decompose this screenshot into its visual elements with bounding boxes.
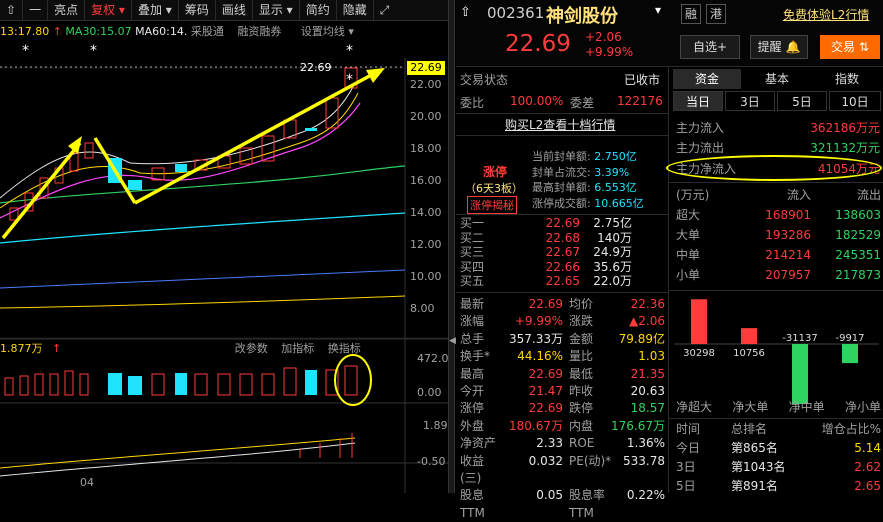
tab-5day[interactable]: 5日 bbox=[777, 91, 827, 111]
back-arrow-icon[interactable]: ⇧ bbox=[460, 5, 471, 20]
svg-text:*: * bbox=[346, 43, 353, 59]
net-flow-bar bbox=[741, 328, 757, 344]
dash-price-label: 22.69 bbox=[300, 61, 332, 74]
toolbar-chips[interactable]: 筹码 bbox=[179, 0, 216, 21]
tab-today[interactable]: 当日 bbox=[673, 91, 723, 111]
order-diff-label: 委差 bbox=[570, 96, 595, 110]
tag-margin[interactable]: 融资融券 bbox=[237, 25, 281, 38]
net-flow-bar bbox=[691, 299, 707, 344]
limit-up-reveal-button[interactable]: 涨停揭秘 bbox=[467, 196, 517, 214]
set-ma-button[interactable]: 设置均线 ▾ bbox=[301, 25, 354, 38]
trade-status-label: 交易状态 bbox=[460, 73, 509, 87]
stock-change-pct: +9.99% bbox=[585, 45, 634, 59]
toolbar-display[interactable]: 显示 ▾ bbox=[253, 0, 300, 21]
arrow-up-icon: ↑ bbox=[52, 25, 62, 38]
minus-icon[interactable]: 一 bbox=[23, 0, 49, 21]
volume-bars bbox=[4, 365, 358, 396]
svg-text:*: * bbox=[346, 72, 353, 88]
limit-up-count: （6天3板） bbox=[465, 182, 523, 195]
trend-arrows bbox=[1, 71, 376, 240]
net-flow-value: -31137 bbox=[782, 333, 817, 344]
vol-y-min: 0.00 bbox=[417, 386, 442, 399]
quote-table: 最新 22.69 均价 22.36 涨幅 +9.99% 涨跌 ▲2.06 总手 357.33万… bbox=[460, 297, 665, 520]
kline-chart: * * * * bbox=[0, 43, 448, 493]
volume-legend: 1.877万 ↑ 改参数 加指标 换指标 bbox=[0, 342, 361, 355]
buy-l2-link[interactable]: 购买L2查看十档行情 bbox=[505, 116, 615, 133]
tab-10day[interactable]: 10日 bbox=[829, 91, 881, 111]
tag-caigutong[interactable]: 采股通 bbox=[191, 25, 224, 38]
order-ratio-label: 委比 bbox=[460, 96, 485, 110]
flow-table: (万元) 流入 流出 超大 168901 138603 大单 193286 182529 中… bbox=[676, 188, 881, 282]
net-flow-value: 30298 bbox=[683, 348, 715, 359]
svg-text:*: * bbox=[90, 43, 97, 59]
order-diff-value: 122176 bbox=[617, 94, 663, 108]
toolbar-draw[interactable]: 画线 bbox=[216, 0, 253, 21]
ma60-label: MA60:14. bbox=[135, 25, 188, 38]
bar-labels: 净超大 净大单 净中单 净小单 bbox=[676, 400, 881, 414]
highlight-ellipse bbox=[666, 155, 882, 181]
vol-switch-indicator[interactable]: 换指标 bbox=[328, 342, 361, 355]
collapse-icon[interactable]: ◀ bbox=[449, 336, 456, 346]
toolbar-highlight[interactable]: 亮点 bbox=[48, 0, 86, 21]
order-book: 买一 22.69 2.75亿 买二 22.68 140万 买三 22.67 24.9万 买四… bbox=[460, 216, 632, 288]
expand-icon[interactable]: ⤢ bbox=[374, 0, 396, 21]
toolbar-fuquan[interactable]: 复权 ▾ bbox=[85, 0, 132, 21]
trade-button[interactable]: 交易 ⇅ bbox=[820, 35, 880, 59]
margin-badge[interactable]: 融 bbox=[681, 4, 701, 24]
stock-name: 神剑股份 bbox=[546, 6, 618, 27]
hk-badge[interactable]: 港 bbox=[706, 4, 726, 24]
toolbar-hide[interactable]: 隐藏 bbox=[337, 0, 374, 21]
free-l2-link[interactable]: 免费体验L2行情 bbox=[783, 6, 869, 23]
tab-basic[interactable]: 基本 bbox=[743, 69, 811, 89]
rank-table: 时间 总排名 增仓占比% 今日 第865名 5.14 3日 第1043名 2.62 5日 第8… bbox=[676, 422, 881, 493]
main-outflow-value: 321132万元 bbox=[810, 141, 880, 155]
dropdown-icon[interactable]: ▾ bbox=[655, 3, 661, 17]
net-flow-bar bbox=[842, 344, 858, 364]
ma30-label: MA30:15.07 bbox=[65, 25, 132, 38]
current-price-tag: 22.69 bbox=[407, 61, 445, 75]
limit-stats: 当前封单额: 2.750亿 封单占流交: 3.39% 最高封单额: 6.553亿… bbox=[532, 150, 644, 210]
net-flow-value: 10756 bbox=[733, 348, 765, 359]
main-inflow-value: 362186万元 bbox=[810, 121, 880, 135]
net-flow-value: -9917 bbox=[835, 333, 864, 344]
vol-param-button[interactable]: 改参数 bbox=[235, 342, 268, 355]
add-watchlist-button[interactable]: 自选+ bbox=[680, 35, 740, 59]
back-icon[interactable]: ⇧ bbox=[0, 0, 24, 21]
ind-y-max: 1.89 bbox=[423, 419, 448, 432]
svg-text:*: * bbox=[22, 43, 29, 59]
x-axis-label: 04 bbox=[80, 476, 94, 489]
vol-add-indicator[interactable]: 加指标 bbox=[281, 342, 314, 355]
order-ratio-value: 100.00% bbox=[510, 94, 564, 108]
chart-toolbar: ⇧ 一 亮点 复权 ▾ 叠加 ▾ 筹码 画线 显示 ▾ 简约 隐藏 ⤢ bbox=[0, 0, 448, 21]
ind-y-min: -0.50 bbox=[417, 455, 446, 468]
tab-funds[interactable]: 资金 bbox=[673, 69, 741, 89]
tab-3day[interactable]: 3日 bbox=[725, 91, 775, 111]
main-outflow-label: 主力流出 bbox=[676, 141, 725, 155]
toolbar-overlay[interactable]: 叠加 ▾ bbox=[132, 0, 179, 21]
panel-splitter[interactable] bbox=[448, 0, 455, 493]
y-axis: 22.00 20.00 18.00 16.00 14.00 12.00 10.0… bbox=[410, 78, 442, 315]
stock-change: +2.06 bbox=[585, 30, 622, 44]
stock-code: 002361 bbox=[487, 4, 545, 22]
limit-up-title: 涨停 bbox=[482, 165, 507, 179]
main-inflow-label: 主力流入 bbox=[676, 121, 725, 135]
ma-legend: 13:17.80 ↑ MA30:15.07 MA60:14. 采股通 融资融券 … bbox=[0, 23, 354, 39]
tab-index[interactable]: 指数 bbox=[813, 69, 881, 89]
stock-price: 22.69 bbox=[505, 31, 571, 57]
net-flow-bar bbox=[792, 344, 808, 404]
ma-time: 13:17.80 bbox=[0, 25, 50, 38]
alert-button[interactable]: 提醒 🔔 bbox=[750, 35, 808, 59]
toolbar-simple[interactable]: 简约 bbox=[300, 0, 337, 21]
trade-status-value: 已收市 bbox=[624, 73, 661, 87]
